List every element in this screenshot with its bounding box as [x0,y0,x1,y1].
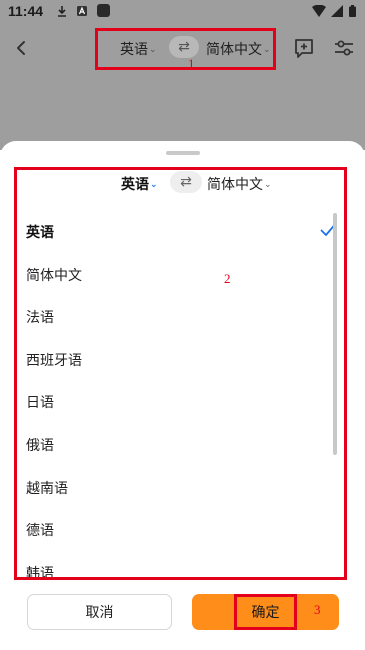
language-option[interactable]: 简体中文 [17,254,344,297]
back-button[interactable] [8,35,34,61]
annotation-marker-1: 1 [188,56,195,71]
language-option-label: 英语 [26,225,54,241]
wifi-icon [312,5,326,17]
language-option-label: 简体中文 [26,267,82,284]
settings-sliders-icon [335,40,353,56]
sheet-source-language-tab[interactable]: 英语⌄ [121,174,158,194]
language-option-label: 韩语 [26,565,54,580]
language-option-label: 日语 [26,395,54,412]
language-option-label: 越南语 [26,480,68,497]
swap-languages-button[interactable]: ⇄ [169,36,199,58]
sheet-target-language-tab[interactable]: 简体中文⌄ [207,174,272,194]
status-bar: 11:44 [0,0,365,26]
chevron-down-icon: ⌄ [149,45,157,55]
top-toolbar: 英语⌄ ⇄ 简体中文⌄ 1 [0,26,365,72]
back-arrow-icon [17,41,25,55]
source-language-label: 英语 [120,42,148,58]
battery-icon [349,5,356,17]
annotation-marker-3: 3 [314,602,321,617]
app-icon [97,4,110,17]
cancel-button[interactable]: 取消 [27,594,172,630]
swap-icon: ⇄ [178,39,190,55]
status-time: 11:44 [8,3,44,19]
sheet-swap-button[interactable]: ⇄ [170,171,202,193]
language-option[interactable]: 西班牙语 [17,339,344,382]
chevron-down-icon: ⌄ [263,45,271,55]
language-option[interactable]: 韩语 [17,552,344,580]
language-option[interactable]: 法语 [17,296,344,339]
language-option[interactable]: 越南语 [17,467,344,510]
swap-icon: ⇄ [180,174,192,190]
language-list-scrollbar[interactable] [333,213,337,455]
language-option-label: 俄语 [26,437,54,454]
download-icon [58,6,66,17]
target-language-selector[interactable]: 简体中文⌄ [206,39,271,59]
language-option[interactable]: 英语 [17,211,344,254]
language-list: 英语 简体中文 法语 西班牙语 日语 俄语 越南语 德语 韩语 [17,211,344,580]
sheet-language-header: 英语⌄ ⇄ 简体中文⌄ [17,170,344,204]
confirm-button-highlight: 确定 [234,594,297,630]
language-option[interactable]: 日语 [17,381,344,424]
annotation-marker-2: 2 [224,271,231,286]
language-option[interactable]: 俄语 [17,424,344,467]
target-language-label: 简体中文 [206,42,262,58]
signal-icon [331,5,343,17]
app-notification-icon [77,6,87,16]
language-list-panel: 英语⌄ ⇄ 简体中文⌄ 英语 简体中文 法语 西班牙语 日语 俄语 越南语 德语… [14,167,347,580]
language-option-label: 西班牙语 [26,352,82,369]
sheet-target-language-label: 简体中文 [207,177,263,193]
drag-handle[interactable] [166,151,200,155]
settings-button[interactable] [330,34,358,62]
cancel-button-label: 取消 [85,605,114,621]
language-option-label: 德语 [26,523,54,540]
feedback-button[interactable] [290,34,318,62]
chevron-down-icon: ⌄ [264,180,272,190]
confirm-button[interactable]: 确定 3 [192,594,339,630]
language-option-label: 法语 [26,310,54,327]
confirm-button-label: 确定 [251,605,280,621]
source-language-selector[interactable]: 英语⌄ [120,39,157,59]
sheet-source-language-label: 英语 [121,177,149,193]
language-bottom-sheet: 英语⌄ ⇄ 简体中文⌄ 英语 简体中文 法语 西班牙语 日语 俄语 越南语 德语… [0,141,365,650]
language-switcher-top: 英语⌄ ⇄ 简体中文⌄ 1 [95,28,276,71]
chevron-down-icon: ⌄ [150,180,158,190]
language-option[interactable]: 德语 [17,509,344,552]
feedback-add-icon [295,39,313,58]
